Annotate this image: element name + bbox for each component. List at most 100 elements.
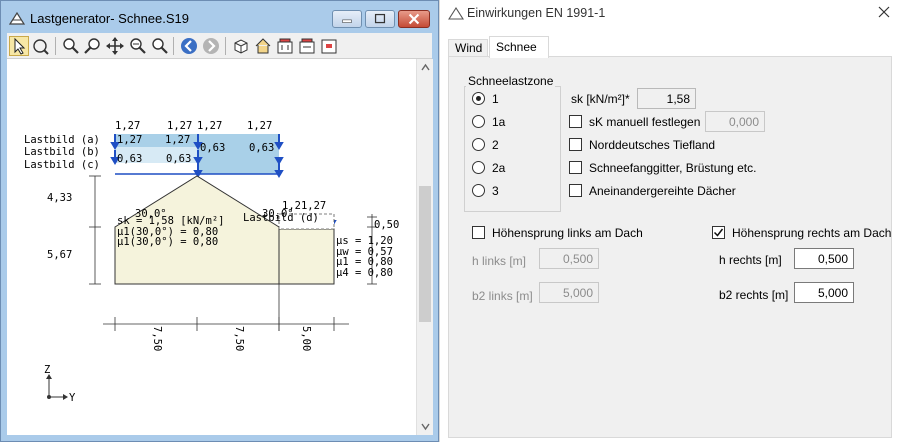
minimize-button[interactable]: [332, 10, 362, 28]
sk-manual-input[interactable]: 0,000: [705, 111, 765, 132]
axis-z-label: Z: [44, 364, 50, 376]
row-c-value-1: 0,63: [117, 153, 142, 165]
span-label-2: 7,50: [233, 326, 245, 351]
row-a-value-2: 1,27: [165, 134, 190, 146]
checkmark-icon: [713, 228, 724, 237]
vertical-scrollbar[interactable]: [416, 59, 433, 435]
h-right-label: h rechts [m]: [719, 253, 782, 267]
top-label-3: 1,27: [197, 120, 222, 132]
zone-radio-1a[interactable]: 1a: [472, 114, 552, 130]
sk-manual-label: sK manuell festlegen: [589, 115, 701, 129]
dim-label-roof-height: 4,33: [47, 192, 72, 204]
top-label-2: 1,27: [167, 120, 192, 132]
load-generator-window: Lastgenerator- Schnee.S19 1,27 1,27 1,27…: [0, 0, 439, 442]
zone-label-1: 1: [492, 92, 499, 106]
annex-top-values: 1,21,27: [282, 200, 326, 212]
snow-load-drawing: 1,27 1,27 1,27 1,27 Lastbild (a) Lastbil…: [24, 120, 399, 404]
zone-label-1a: 1a: [492, 115, 506, 129]
load-case-a-label: Lastbild (a): [24, 134, 100, 146]
h-right-input[interactable]: 0,500: [794, 248, 854, 269]
checkbox-box[interactable]: [569, 184, 582, 197]
zoom-in-icon[interactable]: [83, 36, 103, 56]
zone-label-3: 3: [492, 184, 499, 198]
scroll-up-icon[interactable]: [417, 59, 434, 76]
zoom-window-icon[interactable]: [61, 36, 81, 56]
radio-circle[interactable]: [472, 138, 485, 151]
sk-label: sk [kN/m²]*: [571, 92, 630, 106]
dialog-title: Einwirkungen EN 1991-1: [467, 6, 606, 20]
tab-schnee[interactable]: Schnee: [489, 36, 549, 58]
load-case-b-label: Lastbild (b): [24, 146, 100, 158]
sk-value-field: 1,58: [637, 88, 696, 109]
b2-right-label: b2 rechts [m]: [719, 288, 789, 302]
checkbox-box[interactable]: [569, 138, 582, 151]
row-b-value-1: 0,63: [200, 142, 225, 154]
mu-4-text: μ4 = 0,80: [336, 267, 393, 279]
span-label-1: 7,50: [151, 326, 163, 351]
row-b-value-2: 0,63: [249, 142, 274, 154]
b2-left-input[interactable]: 5,000: [539, 282, 599, 303]
mu1-text-2: μ1(30,0°) = 0,80: [117, 236, 218, 248]
app-logo-icon: [448, 6, 464, 20]
row-a-value-1: 1,27: [117, 134, 142, 146]
dim-label-wall-height: 5,67: [47, 249, 72, 261]
close-icon[interactable]: [877, 5, 891, 19]
step-right-label: Höhensprung rechts am Dach: [732, 226, 892, 240]
snow-guard-label: Schneefanggitter, Brüstung etc.: [589, 161, 757, 175]
forward-arrow-icon[interactable]: [201, 36, 221, 56]
axis-y-label: Y: [69, 392, 76, 404]
radio-circle[interactable]: [472, 115, 485, 128]
adjacent-roofs-label: Aneinandergereihte Dächer: [589, 184, 736, 198]
step-height-label: 0,50: [374, 219, 399, 231]
window-title: Lastgenerator- Schnee.S19: [30, 11, 189, 26]
drawing-canvas[interactable]: 1,27 1,27 1,27 1,27 Lastbild (a) Lastbil…: [7, 59, 416, 435]
zone-label-2a: 2a: [492, 161, 506, 175]
checkbox-box[interactable]: [712, 226, 725, 239]
snow-zone-group-label: Schneelastzone: [466, 74, 556, 88]
tab-wind[interactable]: Wind: [448, 39, 488, 57]
span-label-3: 5,00: [300, 326, 312, 351]
back-arrow-icon[interactable]: [179, 36, 199, 56]
scroll-down-icon[interactable]: [417, 418, 434, 435]
checkbox-box[interactable]: [569, 115, 582, 128]
radio-circle[interactable]: [472, 184, 485, 197]
row-c-value-2: 0,63: [166, 153, 191, 165]
checkbox-box[interactable]: [472, 226, 485, 239]
scrollbar-thumb[interactable]: [419, 186, 431, 322]
app-logo-icon: [8, 11, 26, 25]
actions-dialog: Einwirkungen EN 1991-1 Wind Schnee Schne…: [439, 0, 900, 442]
top-label-1: 1,27: [115, 120, 140, 132]
step-left-label: Höhensprung links am Dach: [492, 226, 643, 240]
load-bar-c-right: [198, 157, 279, 174]
zone-radio-1[interactable]: 1: [472, 91, 552, 107]
zone-radio-2a[interactable]: 2a: [472, 160, 552, 176]
h-left-input[interactable]: 0,500: [539, 248, 599, 269]
load-case-c-label: Lastbild (c): [24, 159, 100, 171]
zoom-all-icon[interactable]: [149, 36, 169, 56]
front-view-icon[interactable]: [275, 36, 295, 56]
h-left-label: h links [m]: [472, 254, 527, 268]
zoom-out-icon[interactable]: [127, 36, 147, 56]
top-view-icon[interactable]: [319, 36, 339, 56]
schnee-panel: Schneelastzone 1 1a 2 2a 3 sk [kN/m²]* 1…: [448, 56, 892, 438]
house-icon[interactable]: [253, 36, 273, 56]
3d-view-icon[interactable]: [231, 36, 251, 56]
rotate-view-icon[interactable]: [31, 36, 51, 56]
zone-label-2: 2: [492, 138, 499, 152]
pan-icon[interactable]: [105, 36, 125, 56]
close-button[interactable]: [398, 10, 430, 28]
toolbar: [7, 33, 432, 59]
select-pointer-icon[interactable]: [9, 36, 29, 56]
checkbox-box[interactable]: [569, 161, 582, 174]
zone-radio-3[interactable]: 3: [472, 183, 552, 199]
maximize-button[interactable]: [365, 10, 395, 28]
north-lowland-label: Norddeutsches Tiefland: [589, 138, 716, 152]
radio-circle[interactable]: [472, 161, 485, 174]
radio-circle[interactable]: [472, 92, 485, 105]
b2-right-input[interactable]: 5,000: [794, 282, 854, 303]
zone-radio-2[interactable]: 2: [472, 137, 552, 153]
radio-selected-dot: [476, 96, 481, 101]
title-bar[interactable]: Lastgenerator- Schnee.S19: [1, 1, 438, 33]
side-view-icon[interactable]: [297, 36, 317, 56]
b2-left-label: b2 links [m]: [472, 289, 533, 303]
